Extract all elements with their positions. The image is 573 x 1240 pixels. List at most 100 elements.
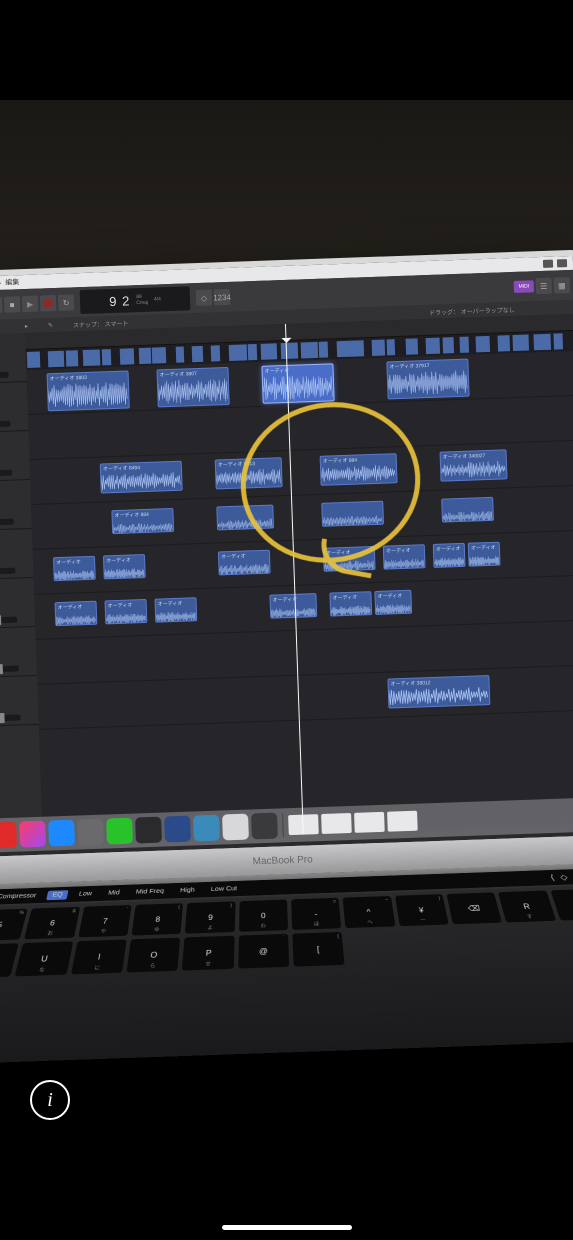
- track-header[interactable]: [0, 480, 32, 531]
- audio-region[interactable]: オーディオ: [468, 542, 501, 567]
- forward-button[interactable]: ⏭: [0, 297, 2, 314]
- keyboard-key[interactable]: )9よ: [185, 901, 235, 933]
- drag-mode-label[interactable]: ドラッグ： オーバーラップなし: [429, 304, 515, 316]
- audio-region[interactable]: オーディオ: [433, 543, 466, 568]
- audio-region[interactable]: オーディオ: [218, 550, 271, 576]
- dock-app-plugin3-icon[interactable]: [193, 815, 220, 842]
- volume-fader[interactable]: [0, 665, 19, 672]
- touchbar-button[interactable]: Low Cut: [206, 884, 243, 895]
- volume-fader[interactable]: [0, 568, 16, 575]
- touchbar-button[interactable]: EQ: [46, 890, 69, 900]
- audio-region[interactable]: オーディオ: [103, 554, 146, 579]
- audio-region[interactable]: オーディオ 38012: [387, 675, 490, 709]
- keyboard-key[interactable]: `@: [238, 934, 289, 969]
- audio-region[interactable]: オーディオ: [261, 363, 334, 403]
- track-header[interactable]: [0, 333, 27, 384]
- audio-region[interactable]: オーディオ 884: [111, 508, 174, 534]
- track-header[interactable]: [0, 627, 37, 678]
- keyboard-key[interactable]: Rす: [498, 891, 556, 923]
- track-header[interactable]: [0, 676, 39, 727]
- tracks-area[interactable]: オーディオ 3803 オーディオ 3807 オーディオ オーディオ 37917 オーディ…: [25, 314, 573, 843]
- wifi-icon[interactable]: [543, 260, 553, 268]
- menu-item[interactable]: 編集: [5, 277, 19, 287]
- keyboard-key[interactable]: Pせ: [182, 936, 234, 971]
- touchbar-button[interactable]: Low: [73, 889, 98, 899]
- dock-app-plugin2-icon[interactable]: [164, 816, 191, 843]
- keyboard-key[interactable]: &6お: [24, 907, 79, 939]
- overview-region: [211, 345, 221, 361]
- keyboard-key[interactable]: Oら: [126, 938, 180, 973]
- keyboard-key[interactable]: '7や: [78, 905, 132, 937]
- touchbar-label[interactable]: Compressor: [0, 891, 42, 902]
- cycle-button[interactable]: ↻: [58, 294, 75, 311]
- lcd-display[interactable]: 9 2 89Cmaj 4/4: [80, 286, 191, 314]
- info-button[interactable]: i: [30, 1080, 70, 1120]
- dock-app-line-icon[interactable]: [106, 818, 133, 845]
- keyboard-key[interactable]: 0わ: [239, 900, 288, 932]
- keyboard[interactable]: %5え&6お'7や(8ゆ)9よ0わ=-ほ~^へ|¥ー⌫RすTかYんUなIにOらP…: [0, 889, 573, 979]
- list-button[interactable]: ☰: [536, 278, 553, 295]
- audio-region[interactable]: オーディオ: [105, 599, 148, 624]
- audio-region[interactable]: オーディオ: [383, 544, 426, 569]
- count-in-button[interactable]: 1234: [214, 289, 231, 306]
- audio-region[interactable]: オーディオ: [329, 591, 372, 616]
- laptop: ファイル 編集 ⏮ ⏭ ■ ▶ ↻ 9 2 89Cmaj 4/4 ◇ 1234 …: [0, 249, 573, 1031]
- volume-fader[interactable]: [0, 519, 14, 526]
- keyboard-key[interactable]: |¥ー: [395, 894, 449, 926]
- stop-button[interactable]: ■: [4, 296, 21, 313]
- browser-button[interactable]: ▦: [554, 277, 571, 294]
- audio-region[interactable]: オーディオ: [53, 556, 96, 581]
- track-header[interactable]: [0, 529, 34, 580]
- dock-app-appstore-icon[interactable]: [48, 820, 75, 847]
- audio-region[interactable]: オーディオ 3807: [156, 367, 229, 407]
- dock-app-plugin1-icon[interactable]: [135, 817, 162, 844]
- dock-minimized-window[interactable]: [321, 813, 352, 834]
- keyboard-key[interactable]: %5え: [0, 909, 28, 942]
- audio-region[interactable]: オーディオ 8494: [100, 461, 183, 494]
- dock-app-settings-icon[interactable]: [77, 819, 104, 846]
- audio-region[interactable]: オーディオ: [154, 597, 197, 622]
- waveform-icon: [219, 561, 269, 573]
- volume-fader[interactable]: [0, 372, 9, 379]
- audio-region[interactable]: オーディオ: [55, 601, 98, 626]
- home-indicator[interactable]: [222, 1225, 352, 1230]
- audio-region[interactable]: オーディオ 340027: [440, 449, 508, 481]
- keyboard-key[interactable]: =-ほ: [291, 898, 341, 930]
- keyboard-key[interactable]: ~^へ: [343, 896, 395, 928]
- touchbar-button[interactable]: Mid: [102, 888, 125, 898]
- audio-region[interactable]: オーディオ: [374, 590, 412, 615]
- keyboard-key[interactable]: (8ゆ: [131, 903, 183, 935]
- dock-app-logic-icon[interactable]: [251, 813, 278, 840]
- volume-fader[interactable]: [0, 617, 17, 624]
- dock-app-youtube-icon[interactable]: [0, 822, 17, 849]
- dock-app-itunes-icon[interactable]: [19, 821, 46, 848]
- track-header[interactable]: [0, 382, 29, 433]
- keyboard-key[interactable]: Iに: [71, 939, 127, 974]
- touchbar-button[interactable]: High: [175, 885, 201, 895]
- keyboard-key[interactable]: {[: [292, 932, 345, 967]
- dock-minimized-window[interactable]: [354, 812, 385, 833]
- pointer-tool-icon[interactable]: ▸: [25, 322, 28, 329]
- snap-label[interactable]: スナップ： スマート: [73, 318, 129, 329]
- touchbar-button[interactable]: Mid Freq: [130, 886, 169, 897]
- audio-region[interactable]: [441, 497, 494, 523]
- menu-item[interactable]: ファイル: [0, 278, 2, 289]
- volume-fader[interactable]: [0, 421, 10, 428]
- touchbar-control-icon[interactable]: ⟨: [549, 873, 556, 882]
- keyboard-key[interactable]: Uな: [15, 941, 73, 976]
- touchbar-control-icon[interactable]: ◇: [559, 872, 569, 881]
- volume-fader[interactable]: [0, 714, 21, 721]
- record-button[interactable]: [40, 295, 57, 312]
- audio-region[interactable]: オーディオ 37917: [386, 359, 469, 400]
- audio-region[interactable]: オーディオ 3803: [47, 370, 130, 411]
- keyboard-key[interactable]: ⌫: [446, 892, 502, 924]
- track-header[interactable]: [0, 431, 30, 482]
- pencil-tool-icon[interactable]: ✎: [48, 322, 53, 329]
- dock-minimized-window[interactable]: [387, 811, 418, 832]
- audio-region[interactable]: オーディオ: [269, 593, 317, 619]
- dock-app-finder-icon[interactable]: [222, 814, 249, 841]
- volume-fader[interactable]: [0, 470, 12, 477]
- play-button[interactable]: ▶: [22, 296, 39, 313]
- metronome-button[interactable]: ◇: [196, 290, 213, 307]
- track-header[interactable]: [0, 578, 35, 629]
